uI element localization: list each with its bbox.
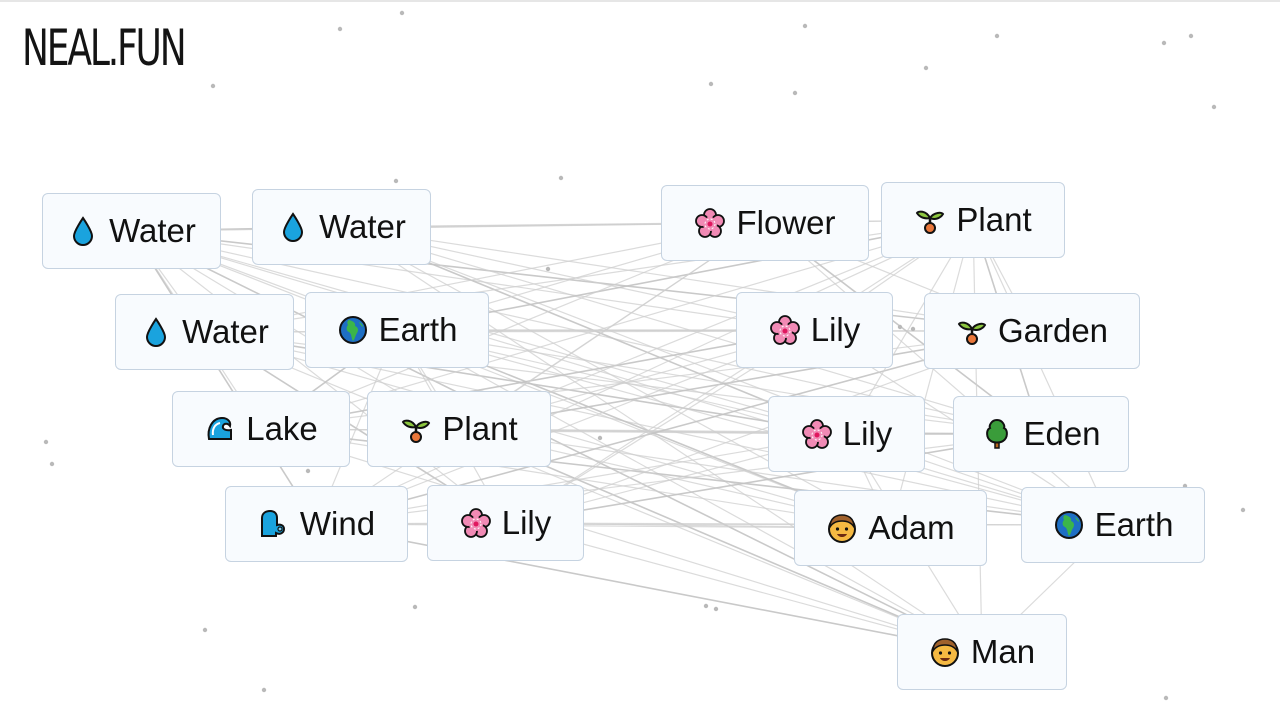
element-plant[interactable]: Plant [881, 182, 1065, 258]
background-dot [597, 435, 603, 441]
element-water[interactable]: Water [252, 189, 431, 265]
background-dot [49, 461, 55, 467]
background-dot [558, 175, 564, 181]
element-garden[interactable]: Garden [924, 293, 1140, 369]
seedling-icon [956, 315, 988, 347]
element-wind[interactable]: Wind [225, 486, 408, 562]
element-flower[interactable]: Flower [661, 185, 869, 261]
element-label: Eden [1023, 415, 1101, 452]
background-dot [910, 326, 916, 332]
element-label: Wind [299, 505, 376, 542]
element-label: Lily [810, 311, 861, 348]
man-face-icon [929, 636, 961, 668]
element-earth[interactable]: Earth [1021, 487, 1205, 563]
background-dot [210, 83, 216, 89]
background-dot [1211, 104, 1217, 110]
element-label: Water [109, 212, 196, 249]
background-dot [708, 81, 714, 87]
background-dot [802, 23, 808, 29]
background-dot [713, 606, 719, 612]
element-lake[interactable]: Lake [172, 391, 350, 467]
background-dot [399, 10, 405, 16]
wave-icon [204, 413, 236, 445]
background-dot [305, 468, 311, 474]
element-water[interactable]: Water [115, 294, 294, 370]
water-drop-icon [67, 215, 99, 247]
seedling-icon [400, 413, 432, 445]
element-label: Water [182, 313, 269, 350]
seedling-icon [914, 204, 946, 236]
element-label: Adam [868, 509, 955, 546]
element-label: Water [319, 208, 406, 245]
element-label: Flower [736, 204, 836, 241]
element-man[interactable]: Man [897, 614, 1067, 690]
background-dot [261, 687, 267, 693]
element-label: Plant [442, 410, 518, 447]
tree-icon [981, 418, 1013, 450]
globe-icon [337, 314, 369, 346]
cherry-blossom-icon [801, 418, 833, 450]
element-lily[interactable]: Lily [768, 396, 925, 472]
cherry-blossom-icon [769, 314, 801, 346]
background-dot [897, 324, 903, 330]
background-dot [1240, 507, 1246, 513]
background-dot [393, 178, 399, 184]
globe-icon [1053, 509, 1085, 541]
water-drop-icon [277, 211, 309, 243]
background-dot [703, 603, 709, 609]
background-dot [412, 604, 418, 610]
element-label: Lily [501, 504, 552, 541]
element-earth[interactable]: Earth [305, 292, 489, 368]
background-dot [545, 266, 551, 272]
man-face-icon [826, 512, 858, 544]
background-dot [994, 33, 1000, 39]
cherry-blossom-icon [460, 507, 492, 539]
background-dot [923, 65, 929, 71]
element-label: Earth [378, 311, 458, 348]
element-eden[interactable]: Eden [953, 396, 1129, 472]
background-dot [202, 627, 208, 633]
background-dot [1163, 695, 1169, 701]
element-label: Lily [842, 415, 893, 452]
wind-face-icon [258, 508, 290, 540]
element-label: Garden [997, 312, 1109, 349]
background-dot [1161, 40, 1167, 46]
background-dot [337, 26, 343, 32]
element-plant[interactable]: Plant [367, 391, 551, 467]
element-lily[interactable]: Lily [736, 292, 893, 368]
element-adam[interactable]: Adam [794, 490, 987, 566]
element-label: Earth [1094, 506, 1174, 543]
background-dot [43, 439, 49, 445]
background-dot [792, 90, 798, 96]
background-dot [1188, 33, 1194, 39]
element-water[interactable]: Water [42, 193, 221, 269]
element-label: Plant [956, 201, 1032, 238]
element-lily[interactable]: Lily [427, 485, 584, 561]
element-label: Lake [246, 410, 318, 447]
element-label: Man [970, 633, 1036, 670]
cherry-blossom-icon [694, 207, 726, 239]
water-drop-icon [140, 316, 172, 348]
